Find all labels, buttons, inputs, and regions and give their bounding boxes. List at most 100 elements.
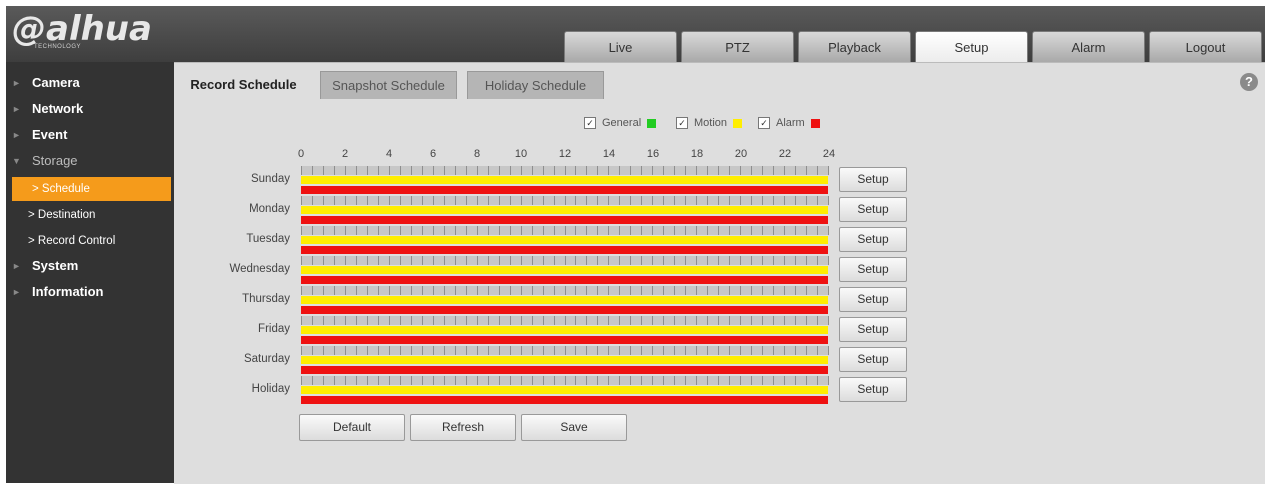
grid-tick (389, 286, 390, 295)
grid-tick (345, 316, 346, 325)
save-button[interactable]: Save (521, 414, 627, 441)
nav-tab-setup[interactable]: Setup (915, 31, 1028, 62)
grid-tick (433, 316, 434, 325)
grid-tick (619, 376, 620, 385)
grid-tick (488, 196, 489, 205)
nav-tab-live[interactable]: Live (564, 31, 677, 62)
grid-tick (630, 346, 631, 355)
grid-tick (575, 226, 576, 235)
sidebar-item-label: Network (32, 101, 84, 116)
setup-button-thursday[interactable]: Setup (839, 287, 907, 312)
motion-bar (301, 266, 828, 274)
grid-tick (499, 286, 500, 295)
grid-tick (554, 226, 555, 235)
sidebar-item-storage[interactable]: ▼ Storage (6, 149, 174, 173)
hour-label: 0 (297, 148, 305, 160)
schedule-row-sunday[interactable] (301, 166, 829, 196)
grid-tick (433, 166, 434, 175)
grid-tick (455, 346, 456, 355)
grid-tick (718, 166, 719, 175)
schedule-row-wednesday[interactable] (301, 256, 829, 286)
grid-tick (411, 316, 412, 325)
schedule-row-thursday[interactable] (301, 286, 829, 316)
hour-label: 24 (822, 148, 836, 160)
setup-button-wednesday[interactable]: Setup (839, 257, 907, 282)
motion-bar (301, 206, 828, 214)
grid-tick (828, 226, 829, 235)
grid-tick (729, 286, 730, 295)
grid-tick (411, 166, 412, 175)
nav-tab-playback[interactable]: Playback (798, 31, 911, 62)
grid-tick (663, 286, 664, 295)
check-icon[interactable]: ✓ (758, 117, 770, 130)
setup-button-friday[interactable]: Setup (839, 317, 907, 342)
grid-tick (411, 286, 412, 295)
grid-tick (565, 286, 566, 295)
sidebar-item-camera[interactable]: ► Camera (6, 71, 174, 95)
grid-tick (378, 256, 379, 265)
grid-tick (433, 376, 434, 385)
grid-tick (389, 226, 390, 235)
nav-tab-alarm[interactable]: Alarm (1032, 31, 1145, 62)
check-icon[interactable]: ✓ (584, 117, 596, 130)
sidebar-item-system[interactable]: ► System (6, 254, 174, 278)
legend-motion[interactable]: ✓ Motion (676, 116, 743, 130)
grid-tick (455, 376, 456, 385)
grid-tick (674, 226, 675, 235)
grid-tick (630, 196, 631, 205)
day-label-thursday: Thursday (242, 293, 290, 305)
setup-button-sunday[interactable]: Setup (839, 167, 907, 192)
hour-label: 14 (602, 148, 616, 160)
default-button[interactable]: Default (299, 414, 405, 441)
sidebar-item-label: System (32, 258, 79, 273)
tab-record-schedule[interactable]: Record Schedule (178, 71, 309, 99)
nav-tab-ptz[interactable]: PTZ (681, 31, 794, 62)
legend-general[interactable]: ✓ General (584, 116, 657, 130)
check-icon[interactable]: ✓ (676, 117, 688, 130)
grid-tick (477, 196, 478, 205)
setup-button-monday[interactable]: Setup (839, 197, 907, 222)
hour-label: 16 (646, 148, 660, 160)
sidebar-subitem-record-control[interactable]: > Record Control (6, 229, 174, 253)
sidebar-item-information[interactable]: ► Information (6, 280, 174, 304)
legend-alarm[interactable]: ✓ Alarm (758, 116, 820, 130)
grid-tick (674, 376, 675, 385)
grid-tick (345, 166, 346, 175)
setup-button-holiday[interactable]: Setup (839, 377, 907, 402)
grid-tick (521, 166, 522, 175)
nav-tab-logout[interactable]: Logout (1149, 31, 1262, 62)
grid-tick (806, 286, 807, 295)
grid-tick (455, 316, 456, 325)
grid-tick (663, 256, 664, 265)
sidebar-item-event[interactable]: ► Event (6, 123, 174, 147)
grid-tick (411, 196, 412, 205)
grid-tick (685, 166, 686, 175)
grid-tick (554, 256, 555, 265)
setup-button-tuesday[interactable]: Setup (839, 227, 907, 252)
chevron-right-icon: ► (12, 287, 21, 297)
grid-tick (389, 346, 390, 355)
grid-tick (466, 286, 467, 295)
schedule-row-tuesday[interactable] (301, 226, 829, 256)
grid-tick (400, 376, 401, 385)
schedule-row-friday[interactable] (301, 316, 829, 346)
sidebar-subitem-schedule[interactable]: > Schedule (12, 177, 171, 201)
sidebar-item-network[interactable]: ► Network (6, 97, 174, 121)
help-icon[interactable]: ? (1240, 73, 1258, 91)
grid-tick (597, 226, 598, 235)
hour-label: 12 (558, 148, 572, 160)
sidebar-subitem-destination[interactable]: > Destination (6, 203, 174, 227)
setup-button-saturday[interactable]: Setup (839, 347, 907, 372)
grid-tick (565, 196, 566, 205)
schedule-row-monday[interactable] (301, 196, 829, 226)
schedule-row-holiday[interactable] (301, 376, 829, 406)
grid-tick (641, 346, 642, 355)
tab-snapshot-schedule[interactable]: Snapshot Schedule (320, 71, 457, 99)
grid-tick (586, 346, 587, 355)
grid-tick (488, 346, 489, 355)
tab-holiday-schedule[interactable]: Holiday Schedule (467, 71, 604, 99)
schedule-row-saturday[interactable] (301, 346, 829, 376)
refresh-button[interactable]: Refresh (410, 414, 516, 441)
grid-tick (641, 256, 642, 265)
chevron-right-icon: ► (12, 130, 21, 140)
